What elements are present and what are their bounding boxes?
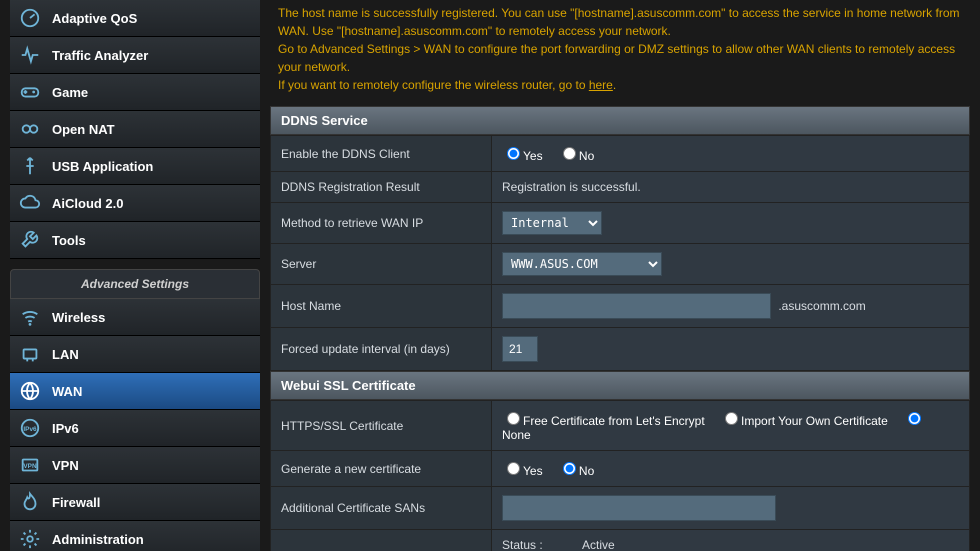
label-gen-cert: Generate a new certificate — [271, 451, 492, 487]
radio-enable-yes[interactable]: Yes — [502, 149, 543, 163]
sidebar-item-firewall[interactable]: Firewall — [10, 484, 260, 521]
section-header-ddns: DDNS Service — [270, 106, 970, 135]
sidebar-item-label: USB Application — [52, 159, 153, 174]
sidebar-advanced: Wireless LAN WAN IPv6 IPv6 VPN VPN Firewall Admi… — [10, 299, 260, 551]
notice-line2: Go to Advanced Settings > WAN to configu… — [278, 42, 955, 74]
nat-icon — [18, 117, 42, 141]
svg-text:IPv6: IPv6 — [23, 426, 37, 433]
label-interval: Forced update interval (in days) — [271, 328, 492, 371]
globe-icon — [18, 379, 42, 403]
pulse-icon — [18, 43, 42, 67]
ssl-table: HTTPS/SSL Certificate Free Certificate f… — [270, 400, 970, 551]
cert-status-val: Active — [582, 538, 959, 551]
radio-gen-yes[interactable]: Yes — [502, 464, 543, 478]
fire-icon — [18, 490, 42, 514]
hostname-suffix: .asuscomm.com — [778, 299, 865, 313]
section-header-ssl: Webui SSL Certificate — [270, 371, 970, 400]
value-ddns-reg-result: Registration is successful. — [492, 172, 970, 203]
svg-text:VPN: VPN — [23, 463, 37, 470]
sidebar-item-label: Administration — [52, 532, 144, 547]
sidebar-item-label: Tools — [52, 233, 86, 248]
notice-line1: The host name is successfully registered… — [278, 6, 960, 38]
sidebar-item-open-nat[interactable]: Open NAT — [10, 111, 260, 148]
select-server[interactable]: WWW.ASUS.COM — [502, 252, 662, 276]
gauge-icon — [18, 6, 42, 30]
sidebar-item-label: LAN — [52, 347, 79, 362]
sidebar-item-label: Game — [52, 85, 88, 100]
input-sans[interactable] — [502, 495, 776, 521]
ipv6-icon: IPv6 — [18, 416, 42, 440]
usb-icon — [18, 154, 42, 178]
sidebar-section-advanced-header: Advanced Settings — [10, 269, 260, 299]
sidebar-item-wan[interactable]: WAN — [10, 373, 260, 410]
sidebar-item-label: Wireless — [52, 310, 105, 325]
gear-icon — [18, 527, 42, 551]
wifi-icon — [18, 305, 42, 329]
sidebar-item-traffic-analyzer[interactable]: Traffic Analyzer — [10, 37, 260, 74]
label-hostname: Host Name — [271, 285, 492, 328]
notice-line3-post: . — [613, 78, 616, 92]
label-server: Server — [271, 244, 492, 285]
radio-gen-no[interactable]: No — [558, 464, 594, 478]
sidebar-general: Adaptive QoS Traffic Analyzer Game Open NAT… — [10, 0, 260, 259]
notice-box: The host name is successfully registered… — [270, 0, 970, 106]
sidebar-item-lan[interactable]: LAN — [10, 336, 260, 373]
sidebar-item-administration[interactable]: Administration — [10, 521, 260, 551]
notice-line3-pre: If you want to remotely configure the wi… — [278, 78, 589, 92]
sidebar-item-label: IPv6 — [52, 421, 79, 436]
sidebar-item-adaptive-qos[interactable]: Adaptive QoS — [10, 0, 260, 37]
sidebar-item-label: Adaptive QoS — [52, 11, 137, 26]
server-cert-details: Status :Active Issued to :router.asus.co… — [502, 538, 959, 551]
sidebar-item-vpn[interactable]: VPN VPN — [10, 447, 260, 484]
sidebar-item-wireless[interactable]: Wireless — [10, 299, 260, 336]
sidebar-item-label: WAN — [52, 384, 82, 399]
input-hostname[interactable] — [502, 293, 771, 319]
lan-icon — [18, 342, 42, 366]
sidebar-item-aicloud-2-0[interactable]: AiCloud 2.0 — [10, 185, 260, 222]
sidebar-item-tools[interactable]: Tools — [10, 222, 260, 259]
gamepad-icon — [18, 80, 42, 104]
sidebar-item-label: Firewall — [52, 495, 100, 510]
main-content: The host name is successfully registered… — [270, 0, 970, 551]
sidebar-item-label: Open NAT — [52, 122, 115, 137]
ddns-table: Enable the DDNS Client Yes No DDNS Regis… — [270, 135, 970, 371]
sidebar-item-usb-application[interactable]: USB Application — [10, 148, 260, 185]
radio-enable-no[interactable]: No — [558, 149, 594, 163]
sidebar-item-ipv6[interactable]: IPv6 IPv6 — [10, 410, 260, 447]
label-sans: Additional Certificate SANs — [271, 487, 492, 530]
sidebar-item-label: Traffic Analyzer — [52, 48, 148, 63]
sidebar: Adaptive QoS Traffic Analyzer Game Open NAT… — [10, 0, 260, 551]
cloud-icon — [18, 191, 42, 215]
radio-cert-le[interactable]: Free Certificate from Let's Encrypt — [502, 414, 705, 428]
input-interval[interactable] — [502, 336, 538, 362]
sidebar-item-label: AiCloud 2.0 — [52, 196, 124, 211]
label-enable-ddns: Enable the DDNS Client — [271, 136, 492, 172]
select-wanip-method[interactable]: Internal — [502, 211, 602, 235]
sidebar-item-label: VPN — [52, 458, 79, 473]
label-https-cert: HTTPS/SSL Certificate — [271, 401, 492, 451]
cert-status-key: Status : — [502, 538, 582, 551]
vpn-icon: VPN — [18, 453, 42, 477]
label-server-cert: Server Certificate — [271, 530, 492, 551]
label-ddns-reg-result: DDNS Registration Result — [271, 172, 492, 203]
radio-cert-own[interactable]: Import Your Own Certificate — [720, 414, 888, 428]
label-wanip-method: Method to retrieve WAN IP — [271, 203, 492, 244]
sidebar-item-game[interactable]: Game — [10, 74, 260, 111]
notice-here-link[interactable]: here — [589, 78, 613, 92]
wrench-icon — [18, 228, 42, 252]
